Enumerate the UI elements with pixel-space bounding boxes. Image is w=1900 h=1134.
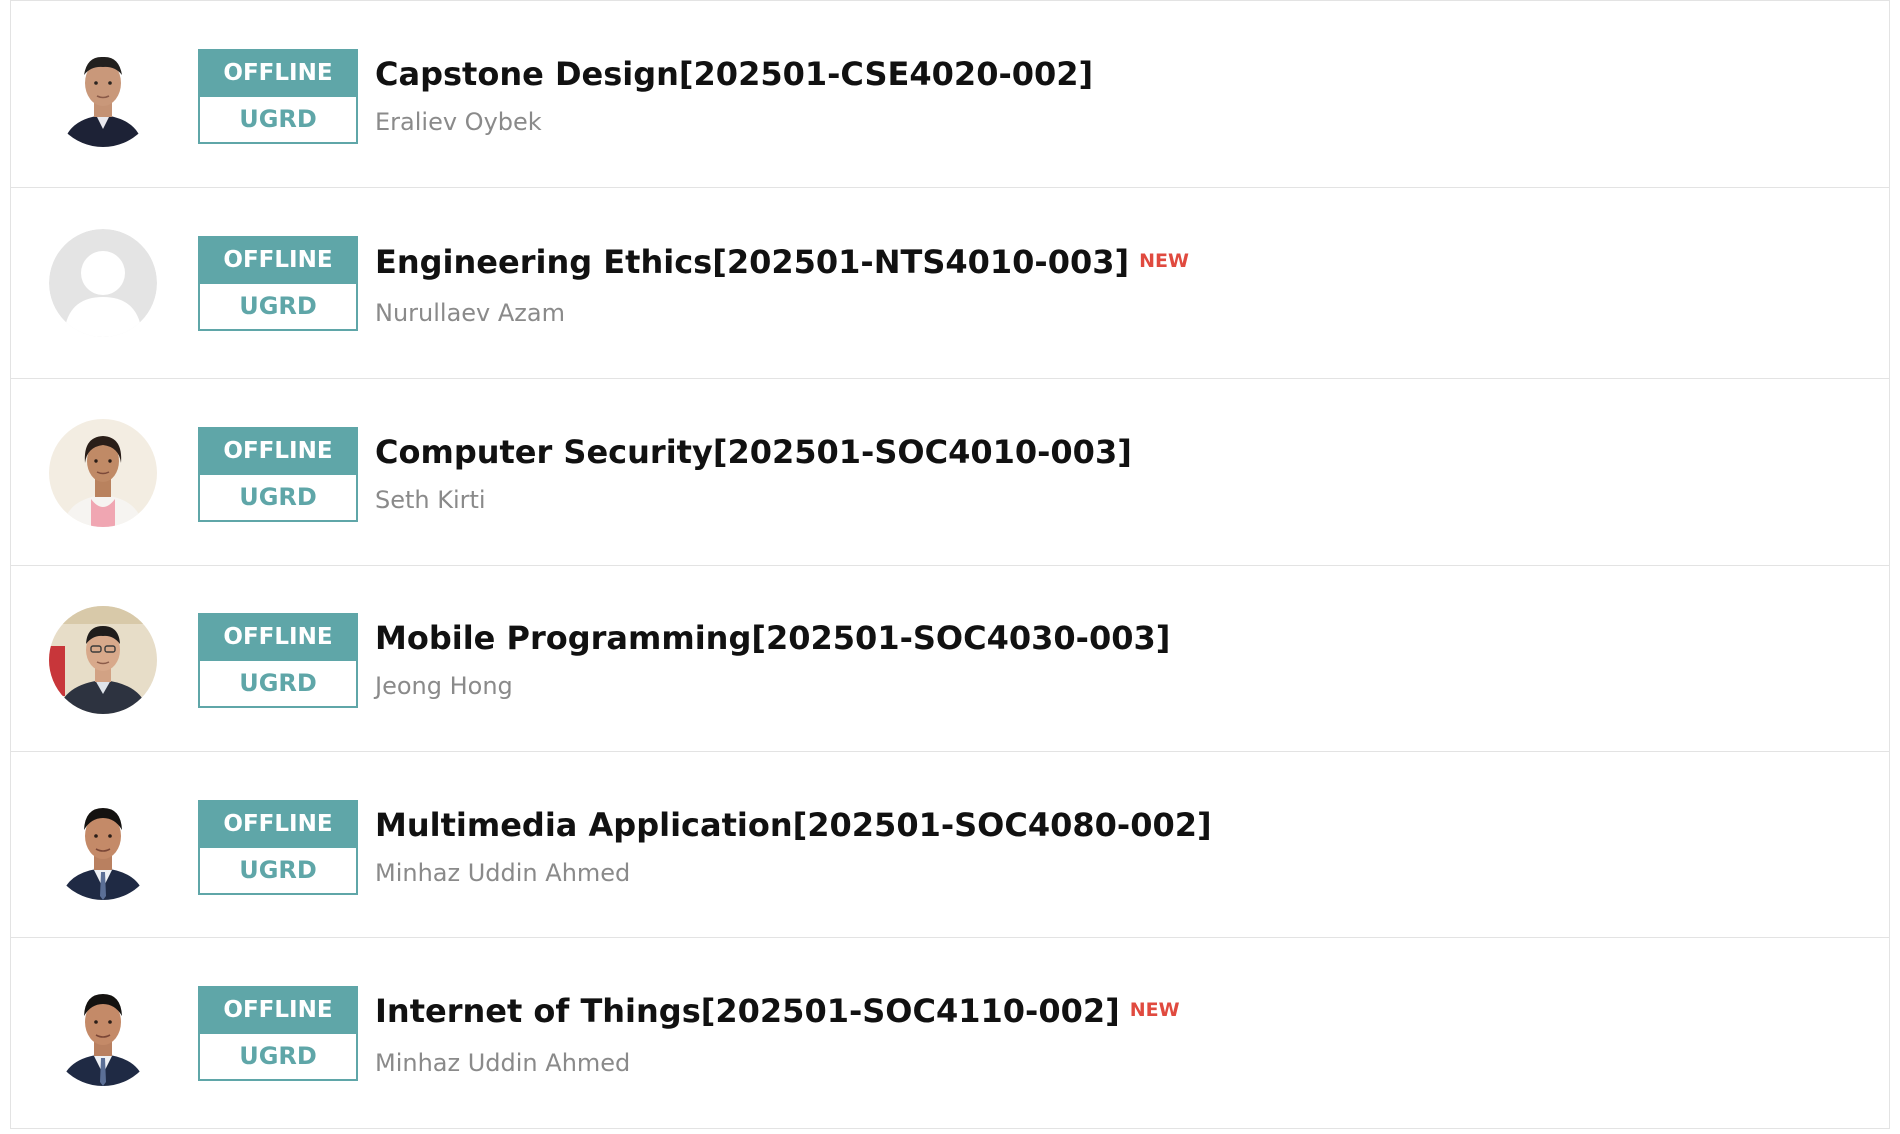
course-badge: OFFLINE UGRD (198, 986, 358, 1081)
instructor-avatar (49, 792, 157, 900)
level-badge: UGRD (198, 475, 358, 522)
course-row[interactable]: OFFLINE UGRD Mobile Programming[202501-S… (11, 566, 1889, 752)
level-badge: UGRD (198, 848, 358, 895)
course-row[interactable]: OFFLINE UGRD Engineering Ethics[202501-N… (11, 188, 1889, 379)
instructor-name: Eraliev Oybek (375, 108, 542, 136)
course-badge: OFFLINE UGRD (198, 236, 358, 331)
course-badge: OFFLINE UGRD (198, 427, 358, 522)
instructor-name: Minhaz Uddin Ahmed (375, 859, 631, 887)
new-badge: NEW (1139, 250, 1189, 272)
course-row[interactable]: OFFLINE UGRD Internet of Things[202501-S… (11, 938, 1889, 1129)
status-badge: OFFLINE (198, 986, 358, 1034)
status-badge: OFFLINE (198, 800, 358, 848)
new-badge: NEW (1129, 999, 1180, 1021)
person-photo-icon (49, 792, 157, 900)
course-title-link[interactable]: Mobile Programming[202501-SOC4030-003] (375, 618, 1170, 658)
person-photo-icon (49, 419, 157, 527)
default-user-icon (49, 229, 157, 337)
course-title-link[interactable]: Capstone Design[202501-CSE4020-002] (375, 54, 1093, 94)
instructor-avatar (49, 229, 157, 337)
instructor-name: Jeong Hong (375, 672, 513, 700)
course-title[interactable]: Capstone Design[202501-CSE4020-002] (375, 55, 1093, 93)
course-title[interactable]: Multimedia Application[202501-SOC4080-00… (375, 806, 1212, 844)
course-badge: OFFLINE UGRD (198, 800, 358, 895)
instructor-avatar (49, 606, 157, 714)
person-photo-icon (49, 606, 157, 714)
level-badge: UGRD (198, 97, 358, 144)
course-row[interactable]: OFFLINE UGRD Capstone Design[202501-CSE4… (11, 1, 1889, 188)
course-title[interactable]: Internet of Things[202501-SOC4110-002] (375, 992, 1120, 1030)
level-badge: UGRD (198, 1034, 358, 1081)
level-badge: UGRD (198, 284, 358, 331)
instructor-avatar (49, 978, 157, 1086)
person-photo-icon (49, 39, 157, 147)
course-badge: OFFLINE UGRD (198, 613, 358, 708)
level-badge: UGRD (198, 661, 358, 708)
course-title-link[interactable]: Computer Security[202501-SOC4010-003] (375, 432, 1132, 472)
course-row[interactable]: OFFLINE UGRD Computer Security[202501-SO… (11, 379, 1889, 566)
course-badge: OFFLINE UGRD (198, 49, 358, 144)
status-badge: OFFLINE (198, 49, 358, 97)
instructor-name: Nurullaev Azam (375, 299, 565, 327)
course-title-link[interactable]: Multimedia Application[202501-SOC4080-00… (375, 805, 1212, 845)
status-badge: OFFLINE (198, 427, 358, 475)
status-badge: OFFLINE (198, 613, 358, 661)
instructor-avatar (49, 419, 157, 527)
person-photo-icon (49, 978, 157, 1086)
course-title[interactable]: Computer Security[202501-SOC4010-003] (375, 433, 1132, 471)
course-row[interactable]: OFFLINE UGRD Multimedia Application[2025… (11, 752, 1889, 938)
status-badge: OFFLINE (198, 236, 358, 284)
instructor-avatar (49, 39, 157, 147)
course-title[interactable]: Engineering Ethics[202501-NTS4010-003] (375, 243, 1129, 281)
course-list: OFFLINE UGRD Capstone Design[202501-CSE4… (10, 0, 1890, 1129)
instructor-name: Minhaz Uddin Ahmed (375, 1049, 631, 1077)
course-title[interactable]: Mobile Programming[202501-SOC4030-003] (375, 619, 1170, 657)
course-title-link[interactable]: Internet of Things[202501-SOC4110-002] NE… (375, 990, 1180, 1031)
course-title-link[interactable]: Engineering Ethics[202501-NTS4010-003] NE… (375, 241, 1189, 282)
instructor-name: Seth Kirti (375, 486, 486, 514)
